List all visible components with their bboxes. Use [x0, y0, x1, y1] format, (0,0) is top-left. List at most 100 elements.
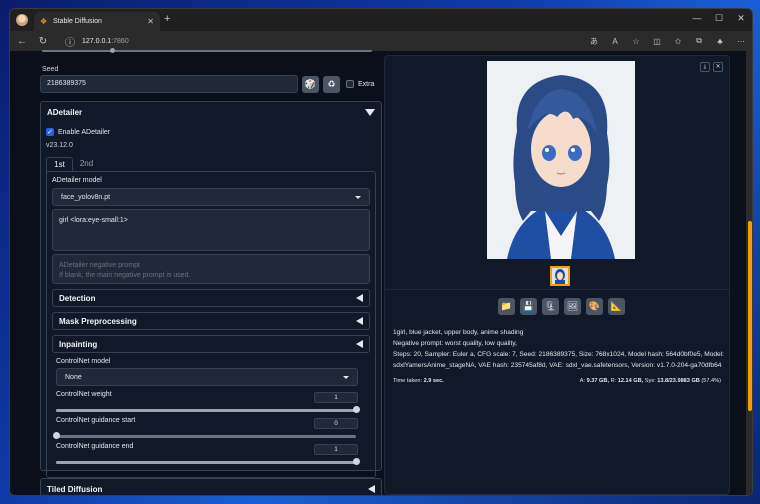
memory-usage: A: 9.37 GB, R: 12.14 GB, Sys: 13.8/23.98… [580, 378, 721, 384]
expand-triangle-icon[interactable] [356, 317, 363, 325]
reuse-seed-recycle-icon[interactable]: ♻ [323, 76, 340, 93]
reload-icon[interactable]: ↻ [37, 36, 49, 47]
adetailer-model-value: face_yolov8n.pt [61, 193, 111, 201]
inpainting-title: Inpainting [59, 339, 98, 349]
save-icon[interactable]: 💾 [520, 298, 537, 315]
checkmark-icon[interactable]: ✓ [46, 128, 54, 136]
close-window-icon[interactable]: ✕ [730, 9, 752, 27]
slider-knob[interactable] [353, 406, 360, 413]
browser-tab[interactable]: ❖ Stable Diffusion ✕ [34, 12, 160, 31]
generated-image[interactable] [487, 61, 635, 259]
page-content: Seed 2186389375 🎲 ♻ Extra ADetailer ✓ En… [10, 48, 752, 495]
extra-label: Extra [358, 80, 375, 88]
split-screen-icon[interactable]: ◫ [652, 37, 662, 46]
partial-slider[interactable] [42, 48, 372, 53]
guidance-start-slider[interactable] [53, 432, 356, 439]
site-info-icon[interactable]: ⓘ [64, 34, 76, 49]
tab-1st[interactable]: 1st [46, 157, 73, 171]
time-value: 2.9 sec. [423, 378, 444, 384]
params-line-2: sdxlYamersAnime_stageNA, VAE hash: 23574… [393, 362, 722, 369]
controlnet-model-label: ControlNet model [56, 358, 111, 365]
extra-checkbox[interactable]: Extra [346, 80, 374, 88]
minimize-icon[interactable]: — [686, 9, 708, 27]
neg-placeholder-line1: ADetailer negative prompt [59, 262, 140, 269]
guidance-start-label: ControlNet guidance start [56, 417, 136, 424]
guidance-end-label: ControlNet guidance end [56, 443, 134, 450]
controlnet-model-value: None [65, 373, 82, 381]
mem-a-label: A: [579, 378, 586, 384]
url-field[interactable]: ⓘ 127.0.0.1:7860 [64, 34, 129, 49]
performance-bar: Time taken: 2.9 sec. A: 9.37 GB, R: 12.1… [393, 378, 721, 384]
detection-accordion[interactable]: Detection [52, 289, 370, 307]
slider-knob[interactable] [53, 432, 60, 439]
adetailer-header[interactable]: ADetailer [41, 102, 381, 122]
slider-knob[interactable] [353, 458, 360, 465]
expand-triangle-icon[interactable] [356, 340, 363, 348]
more-menu-icon[interactable]: ⋯ [736, 37, 746, 46]
mem-sys-value: 13.8/23.9883 GB [657, 378, 700, 384]
enable-adetailer-label: Enable ADetailer [58, 128, 111, 136]
collections-icon[interactable]: ⧉ [694, 36, 704, 46]
adetailer-version: v23.12.0 [46, 142, 73, 149]
image-thumbnail[interactable] [550, 266, 570, 286]
mask-preprocessing-accordion[interactable]: Mask Preprocessing [52, 312, 370, 330]
maximize-icon[interactable]: ☐ [708, 9, 730, 27]
collapse-triangle-icon[interactable] [365, 108, 375, 116]
dropdown-caret-icon [355, 195, 361, 199]
tab-title: Stable Diffusion [53, 18, 102, 25]
tab-2nd[interactable]: 2nd [73, 157, 100, 171]
neg-placeholder-line2: If blank, the main negative prompt is us… [59, 272, 191, 279]
favicon-icon: ❖ [40, 16, 48, 26]
extra-check-icon[interactable] [346, 80, 354, 88]
send-to-inpaint-icon[interactable]: 🎨 [586, 298, 603, 315]
expand-triangle-icon[interactable] [356, 294, 363, 302]
tiled-diffusion-panel[interactable]: Tiled Diffusion [40, 478, 382, 495]
mem-sys-label: Sys: [644, 378, 656, 384]
new-tab-icon[interactable]: + [164, 13, 170, 25]
expand-triangle-icon[interactable] [368, 485, 375, 493]
scrollbar-thumb[interactable] [748, 221, 752, 411]
tiled-diffusion-header[interactable]: Tiled Diffusion [41, 479, 381, 495]
adetailer-model-select[interactable]: face_yolov8n.pt [52, 188, 370, 206]
adetailer-tabs: 1st 2nd [46, 157, 100, 171]
translate-icon[interactable]: あ [589, 36, 599, 47]
send-to-extras-icon[interactable]: 📐 [608, 298, 625, 315]
favorite-star-icon[interactable]: ☆ [631, 37, 641, 46]
mask-preprocessing-title: Mask Preprocessing [59, 316, 137, 326]
seed-input[interactable]: 2186389375 [40, 75, 298, 93]
thumbnail-illustration [552, 268, 568, 284]
detection-title: Detection [59, 293, 96, 303]
download-icon[interactable]: ⤓ [700, 62, 710, 72]
inpainting-accordion[interactable]: Inpainting [52, 335, 370, 353]
adetailer-negative-prompt-input[interactable]: ADetailer negative prompt If blank, the … [52, 254, 370, 284]
profile-avatar[interactable] [16, 14, 28, 26]
guidance-end-slider[interactable] [56, 458, 360, 465]
mem-a-value: 9.37 GB, [586, 378, 609, 384]
adetailer-prompt-input[interactable]: girl <lora:eye-small:1> [52, 209, 370, 251]
controlnet-weight-slider[interactable] [56, 406, 360, 413]
extension-icon[interactable]: ♣ [715, 37, 725, 46]
prompt-line: 1girl, blue jacket, upper body, anime sh… [393, 329, 524, 336]
url-port: :7860 [111, 37, 129, 45]
zip-icon[interactable]: 🗜 [542, 298, 559, 315]
controlnet-weight-label: ControlNet weight [56, 391, 112, 398]
adetailer-title: ADetailer [47, 107, 83, 117]
close-image-icon[interactable]: ✕ [713, 62, 723, 72]
negative-prompt-line: Negative prompt: worst quality, low qual… [393, 340, 517, 347]
page-scrollbar[interactable] [746, 51, 752, 495]
read-aloud-icon[interactable]: A [610, 37, 620, 46]
address-bar: ← ↻ ⓘ 127.0.0.1:7860 あ A ☆ ◫ ✩ ⧉ ♣ ⋯ [10, 31, 752, 51]
guidance-end-input[interactable]: 1 [314, 444, 358, 455]
random-seed-dice-icon[interactable]: 🎲 [302, 76, 319, 93]
controlnet-model-select[interactable]: None [56, 368, 358, 386]
browser-window: ❖ Stable Diffusion ✕ + — ☐ ✕ ← ↻ ⓘ 127.0… [9, 8, 753, 496]
guidance-start-input[interactable]: 0 [314, 418, 358, 429]
open-folder-icon[interactable]: 📁 [498, 298, 515, 315]
divider [385, 289, 729, 290]
controlnet-weight-input[interactable]: 1 [314, 392, 358, 403]
close-tab-icon[interactable]: ✕ [147, 17, 154, 26]
favorites-icon[interactable]: ✩ [673, 37, 683, 46]
back-icon[interactable]: ← [16, 36, 28, 47]
enable-adetailer-checkbox[interactable]: ✓ Enable ADetailer [46, 128, 110, 136]
send-to-img2img-icon[interactable]: 🖼 [564, 298, 581, 315]
